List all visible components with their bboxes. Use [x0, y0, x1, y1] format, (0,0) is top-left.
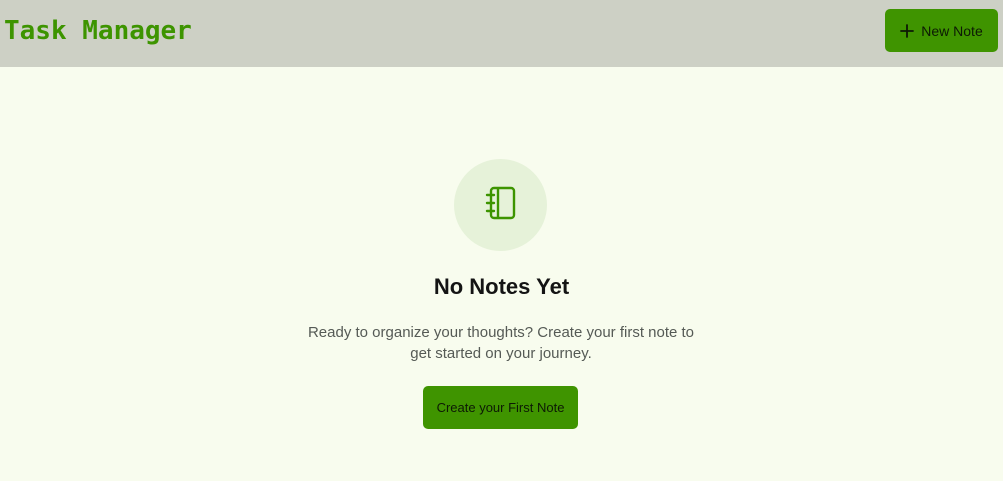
empty-state-icon-circle	[454, 159, 547, 251]
plus-icon	[900, 23, 915, 38]
new-note-label: New Note	[921, 22, 983, 39]
app-header: Task Manager New Note	[0, 0, 1003, 67]
empty-state-description: Ready to organize your thoughts? Create …	[307, 324, 695, 362]
notebook-icon	[484, 185, 518, 226]
new-note-button[interactable]: New Note	[885, 9, 998, 52]
main-content: No Notes Yet Ready to organize your thou…	[0, 67, 1003, 481]
app-title: Task Manager	[4, 16, 192, 46]
empty-state-title: No Notes Yet	[433, 274, 570, 299]
create-first-note-button[interactable]: Create your First Note	[423, 386, 578, 429]
